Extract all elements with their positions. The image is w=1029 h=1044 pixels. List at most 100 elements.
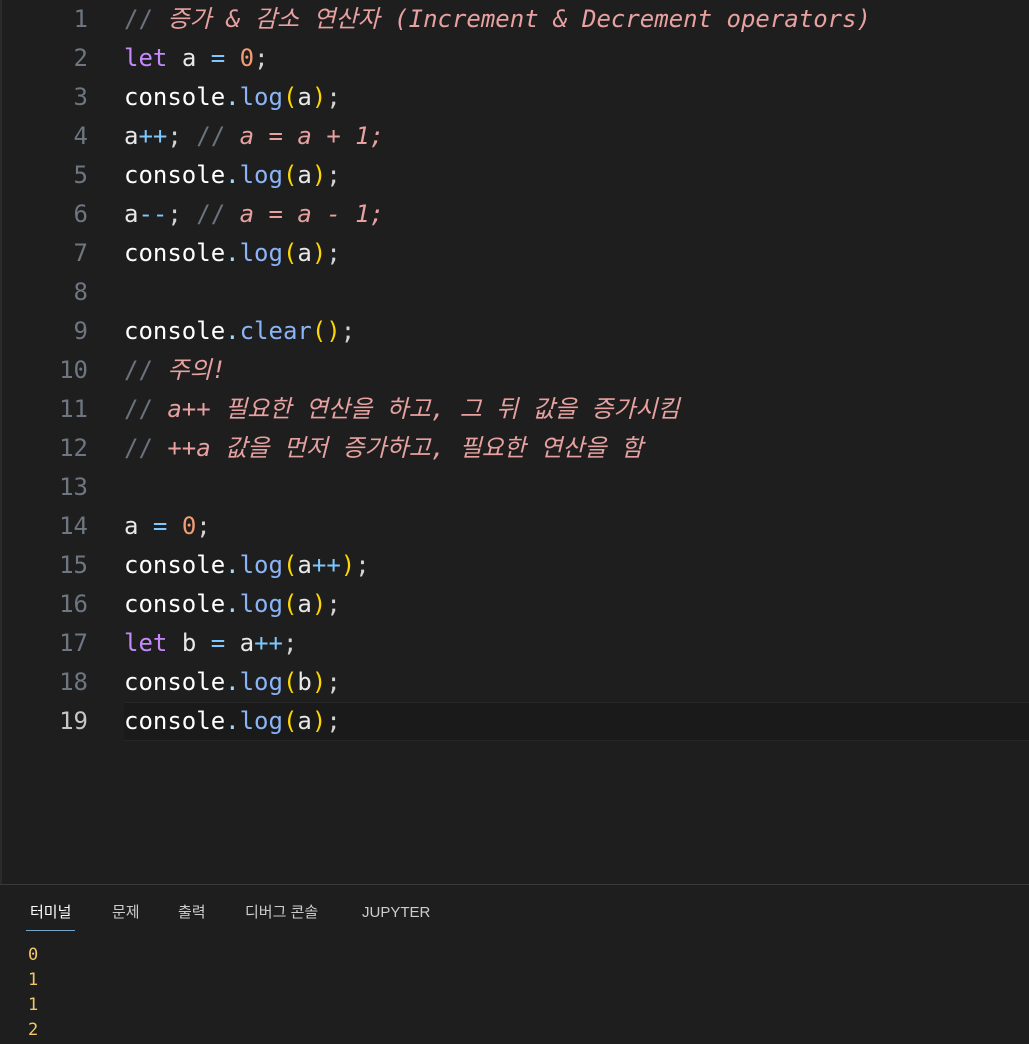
tab-terminal[interactable]: 터미널	[26, 901, 76, 931]
code-token: )	[340, 551, 356, 579]
code-line[interactable]: 6 a--; // a = a - 1;	[0, 195, 1029, 234]
code-token: console	[124, 707, 226, 735]
code-token: console	[124, 239, 226, 267]
line-number: 19	[59, 707, 88, 735]
code-token: b	[181, 629, 197, 657]
line-number: 17	[59, 629, 88, 657]
line-number: 15	[59, 551, 88, 579]
code-token: a	[297, 83, 312, 111]
code-token: ;	[196, 512, 211, 540]
tab-label: 문제	[112, 904, 140, 921]
code-token: )	[311, 707, 327, 735]
code-token: =	[138, 512, 182, 540]
code-token: a	[297, 239, 312, 267]
code-text: console.log(a++);	[124, 546, 370, 585]
code-text: let b = a++;	[124, 624, 297, 663]
code-line[interactable]: 4 a++; // a = a + 1;	[0, 117, 1029, 156]
code-line[interactable]: 7 console.log(a);	[0, 234, 1029, 273]
code-token: //	[196, 122, 240, 150]
code-token: ;	[326, 83, 341, 111]
code-line[interactable]: 15 console.log(a++);	[0, 546, 1029, 585]
line-number: 4	[73, 122, 88, 150]
code-token: //	[124, 5, 168, 33]
code-token: ;	[326, 239, 341, 267]
code-token: ++	[254, 629, 283, 657]
code-token: log	[239, 590, 283, 618]
code-token: 주의!	[167, 356, 226, 384]
code-token: a	[124, 512, 139, 540]
code-token: ;	[355, 551, 370, 579]
code-line[interactable]: 8	[0, 273, 1029, 312]
code-token: a	[124, 122, 139, 150]
code-editor[interactable]: 1 // 증가 & 감소 연산자 (Increment & Decrement o…	[0, 0, 1029, 884]
code-token: (	[282, 83, 298, 111]
code-text: // ++a 값을 먼저 증가하고, 필요한 연산을 함	[124, 429, 643, 468]
code-line[interactable]: 5 console.log(a);	[0, 156, 1029, 195]
code-token: .	[225, 551, 240, 579]
code-token: ;	[340, 317, 356, 345]
line-number: 12	[59, 434, 88, 462]
code-line[interactable]: 18 console.log(b);	[0, 663, 1029, 702]
line-number: 3	[73, 83, 88, 111]
code-token: log	[239, 707, 283, 735]
code-line[interactable]: 1 // 증가 & 감소 연산자 (Increment & Decrement o…	[0, 0, 1029, 39]
code-token: a	[181, 44, 197, 72]
code-line[interactable]: 19 console.log(a);	[0, 702, 1029, 741]
code-token: log	[239, 239, 283, 267]
code-token: .	[225, 317, 240, 345]
code-token: )	[311, 161, 327, 189]
tab-problems[interactable]: 문제	[112, 901, 140, 929]
line-number: 8	[73, 278, 88, 306]
code-line[interactable]: 10 // 주의!	[0, 351, 1029, 390]
code-token: .	[225, 590, 240, 618]
code-token: a = a - 1;	[239, 200, 385, 228]
code-text: console.clear();	[124, 312, 355, 351]
code-line[interactable]: 12 // ++a 값을 먼저 증가하고, 필요한 연산을 함	[0, 429, 1029, 468]
code-line[interactable]: 16 console.log(a);	[0, 585, 1029, 624]
code-token: ++	[138, 122, 168, 150]
tab-label: 디버그 콘솔	[245, 904, 319, 921]
code-token: a	[297, 551, 312, 579]
tab-output[interactable]: 출력	[178, 901, 206, 929]
terminal-output[interactable]: 0 1 1 2	[28, 943, 1008, 1043]
code-token: .	[225, 707, 240, 735]
code-line[interactable]: 11 // a++ 필요한 연산을 하고, 그 뒤 값을 증가시킴	[0, 390, 1029, 429]
code-token: 증가 & 감소 연산자 (Increment & Decrement opera…	[167, 5, 871, 33]
code-token: console	[124, 317, 226, 345]
code-line[interactable]: 3 console.log(a);	[0, 78, 1029, 117]
code-token: log	[239, 551, 283, 579]
tab-jupyter[interactable]: JUPYTER	[362, 901, 430, 929]
line-number: 10	[59, 356, 88, 384]
bottom-panel: 터미널 문제 출력 디버그 콘솔 JUPYTER 0 1 1 2	[0, 884, 1029, 1044]
code-token: (	[282, 668, 298, 696]
output-line: 1	[28, 970, 39, 990]
line-number: 14	[59, 512, 88, 540]
code-token: //	[124, 356, 168, 384]
line-number: 11	[59, 395, 88, 423]
code-token: ;	[167, 122, 197, 150]
tab-debug-console[interactable]: 디버그 콘솔	[245, 901, 318, 929]
code-line[interactable]: 14 a = 0;	[0, 507, 1029, 546]
code-token: console	[124, 551, 226, 579]
code-token: ()	[311, 317, 341, 345]
code-line[interactable]: 17 let b = a++;	[0, 624, 1029, 663]
code-text: let a = 0;	[124, 39, 269, 78]
code-line[interactable]: 13	[0, 468, 1029, 507]
code-text: a--; // a = a - 1;	[124, 195, 384, 234]
line-number: 9	[73, 317, 88, 345]
code-text: // 주의!	[124, 351, 226, 390]
code-token: ;	[282, 629, 298, 657]
active-tab-indicator	[26, 930, 76, 931]
output-line: 2	[28, 1020, 39, 1040]
code-token: ;	[254, 44, 269, 72]
vscode-window: 1 // 증가 & 감소 연산자 (Increment & Decrement o…	[0, 0, 1029, 1044]
code-token: =	[196, 629, 240, 657]
line-number: 7	[73, 239, 88, 267]
code-token: 0	[181, 512, 197, 540]
code-token: .	[225, 239, 240, 267]
code-text: console.log(a);	[124, 585, 341, 624]
code-token: ++a 값을 먼저 증가하고, 필요한 연산을 함	[167, 434, 644, 462]
code-line[interactable]: 2 let a = 0;	[0, 39, 1029, 78]
code-token: log	[239, 668, 283, 696]
code-line[interactable]: 9 console.clear();	[0, 312, 1029, 351]
